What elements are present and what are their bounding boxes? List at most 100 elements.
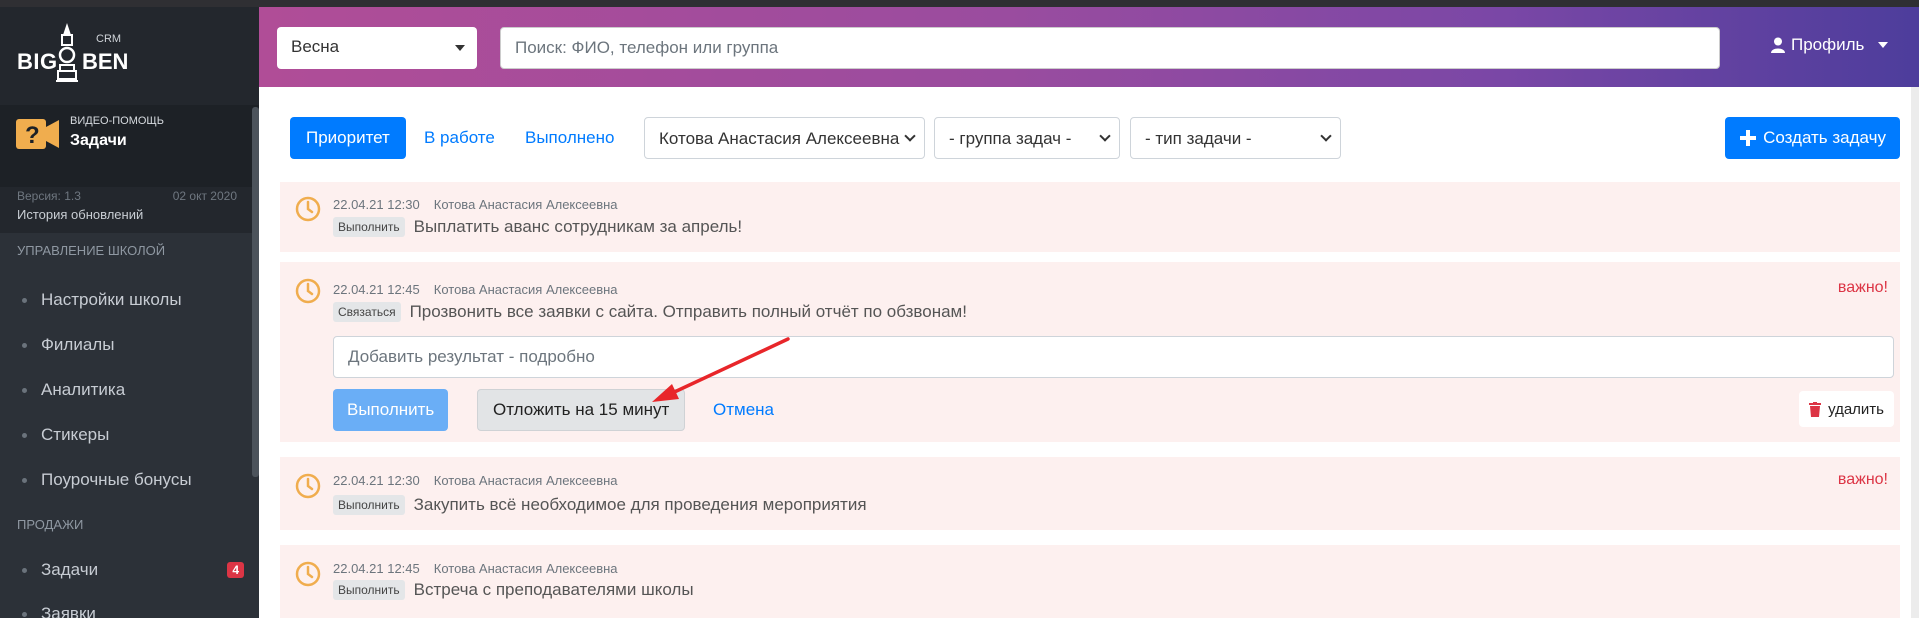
sidebar-section-sales: ПРОДАЖИ bbox=[17, 517, 84, 532]
task-date: 22.04.21 12:45 bbox=[333, 561, 420, 576]
version-info: Версия: 1.3 02 окт 2020 История обновлен… bbox=[0, 187, 259, 233]
task-result-input[interactable] bbox=[333, 336, 1894, 378]
task-text: Выплатить аванс сотрудникам за апрель! bbox=[413, 217, 743, 236]
video-help[interactable]: ? ВИДЕО-ПОМОЩЬ Задачи bbox=[0, 105, 259, 187]
sidebar-item-branches[interactable]: Филиалы bbox=[22, 330, 244, 360]
task-action-badge: Выполнить bbox=[333, 495, 405, 515]
create-task-button[interactable]: Создать задачу bbox=[1725, 117, 1900, 159]
profile-label: Профиль bbox=[1791, 35, 1865, 54]
sidebar-item-label: Поурочные бонусы bbox=[41, 470, 192, 489]
sidebar-item-label: Филиалы bbox=[41, 335, 115, 354]
clock-icon bbox=[295, 561, 321, 587]
task-text: Закупить всё необходимое для проведения … bbox=[413, 495, 867, 514]
tab-priority[interactable]: Приоритет bbox=[290, 117, 406, 159]
task-type-select[interactable]: - тип задачи - bbox=[1130, 117, 1341, 159]
task-line: Связаться Прозвонить все заявки с сайта.… bbox=[333, 302, 967, 322]
caret-down-icon bbox=[1878, 42, 1889, 48]
postpone-task-button[interactable]: Отложить на 15 минут bbox=[477, 389, 686, 431]
sidebar-scrollbar[interactable] bbox=[252, 107, 259, 477]
sidebar-item-label: Настройки школы bbox=[41, 290, 182, 309]
important-flag: важно! bbox=[1837, 279, 1888, 296]
task-action-badge: Связаться bbox=[333, 302, 401, 322]
task-card[interactable]: 22.04.21 12:30 Котова Анастасия Алексеевн… bbox=[280, 182, 1900, 252]
caret-down-icon bbox=[455, 45, 465, 51]
task-line: Выполнить Встреча с преподавателями школ… bbox=[333, 580, 694, 600]
bullet-icon bbox=[22, 611, 27, 617]
window-top-strip bbox=[0, 0, 1919, 7]
task-date: 22.04.21 12:30 bbox=[333, 473, 420, 488]
sidebar: BIG BEN CRM ? ВИДЕО-ПОМОЩЬ Задачи Версия… bbox=[0, 7, 259, 618]
task-meta: 22.04.21 12:45 Котова Анастасия Алексеевн… bbox=[333, 282, 618, 297]
search-input[interactable] bbox=[500, 27, 1720, 69]
task-author: Котова Анастасия Алексеевна bbox=[433, 282, 618, 297]
task-line: Выполнить Закупить всё необходимое для п… bbox=[333, 495, 867, 515]
season-select[interactable]: Весна bbox=[277, 27, 477, 69]
task-action-badge: Выполнить bbox=[333, 217, 405, 237]
logo-text-right: BEN bbox=[82, 49, 129, 74]
task-meta: 22.04.21 12:45 Котова Анастасия Алексеевн… bbox=[333, 561, 618, 576]
tab-completed[interactable]: Выполнено bbox=[525, 128, 614, 148]
task-text: Встреча с преподавателями школы bbox=[413, 580, 694, 599]
task-toolbar: Приоритет В работе Выполнено Котова Анас… bbox=[259, 117, 1911, 161]
trash-icon bbox=[1809, 401, 1822, 417]
task-author: Котова Анастасия Алексеевна bbox=[433, 561, 618, 576]
sidebar-section-school: УПРАВЛЕНИЕ ШКОЛОЙ bbox=[17, 243, 166, 258]
tab-in-progress[interactable]: В работе bbox=[424, 128, 495, 148]
task-action-badge: Выполнить bbox=[333, 580, 405, 600]
assignee-value: Котова Анастасия Алексеевна bbox=[659, 129, 900, 148]
clock-icon bbox=[295, 278, 321, 304]
delete-task-button[interactable]: удалить bbox=[1799, 391, 1894, 427]
version-label: Версия: 1.3 bbox=[17, 189, 81, 203]
task-card[interactable]: 22.04.21 12:30 Котова Анастасия Алексеевн… bbox=[280, 457, 1900, 530]
bullet-icon bbox=[22, 297, 27, 303]
assignee-select[interactable]: Котова Анастасия Алексеевна bbox=[644, 117, 925, 159]
chevron-down-icon bbox=[1099, 130, 1111, 142]
task-meta: 22.04.21 12:30 Котова Анастасия Алексеевн… bbox=[333, 473, 618, 488]
task-date: 22.04.21 12:45 bbox=[333, 282, 420, 297]
video-help-title: Задачи bbox=[70, 132, 127, 149]
cancel-link[interactable]: Отмена bbox=[713, 400, 774, 420]
task-type-value: - тип задачи - bbox=[1145, 129, 1252, 148]
task-group-value: - группа задач - bbox=[949, 129, 1072, 148]
logo[interactable]: BIG BEN CRM bbox=[0, 7, 259, 105]
clock-icon bbox=[295, 473, 321, 499]
season-value: Весна bbox=[291, 37, 340, 56]
sidebar-item-requests[interactable]: Заявки bbox=[22, 599, 244, 618]
video-help-icon: ? bbox=[16, 119, 59, 149]
task-meta: 22.04.21 12:30 Котова Анастасия Алексеевн… bbox=[333, 197, 618, 212]
sidebar-item-label: Заявки bbox=[41, 604, 96, 618]
sidebar-item-label: Аналитика bbox=[41, 380, 126, 399]
logo-suffix: CRM bbox=[96, 33, 122, 45]
version-date: 02 окт 2020 bbox=[172, 189, 237, 203]
task-card[interactable]: 22.04.21 12:45 Котова Анастасия Алексеевн… bbox=[280, 545, 1900, 618]
task-author: Котова Анастасия Алексеевна bbox=[433, 197, 618, 212]
bullet-icon bbox=[22, 477, 27, 483]
svg-text:?: ? bbox=[25, 122, 40, 149]
bullet-icon bbox=[22, 342, 27, 348]
plus-icon bbox=[1740, 130, 1757, 146]
task-date: 22.04.21 12:30 bbox=[333, 197, 420, 212]
task-card-expanded[interactable]: 22.04.21 12:45 Котова Анастасия Алексеевн… bbox=[280, 262, 1900, 442]
create-task-label: Создать задачу bbox=[1763, 128, 1886, 147]
sidebar-item-school-settings[interactable]: Настройки школы bbox=[22, 285, 244, 315]
main-scrollbar[interactable] bbox=[1911, 87, 1919, 618]
chevron-down-icon bbox=[1320, 130, 1332, 142]
sidebar-item-stickers[interactable]: Стикеры bbox=[22, 420, 244, 450]
profile-menu[interactable]: Профиль bbox=[1771, 35, 1889, 55]
sidebar-item-label: Стикеры bbox=[41, 425, 110, 444]
main-content: Приоритет В работе Выполнено Котова Анас… bbox=[259, 87, 1911, 618]
task-line: Выполнить Выплатить аванс сотрудникам за… bbox=[333, 217, 742, 237]
sidebar-item-analytics[interactable]: Аналитика bbox=[22, 375, 244, 405]
tasks-count-badge: 4 bbox=[227, 562, 244, 578]
important-flag: важно! bbox=[1837, 471, 1888, 488]
complete-task-button[interactable]: Выполнить bbox=[333, 389, 449, 431]
sidebar-item-tasks[interactable]: Задачи 4 bbox=[22, 555, 244, 585]
update-history-link[interactable]: История обновлений bbox=[17, 207, 143, 222]
clock-icon bbox=[295, 196, 321, 222]
task-group-select[interactable]: - группа задач - bbox=[934, 117, 1120, 159]
task-text: Прозвонить все заявки с сайта. Отправить… bbox=[409, 302, 967, 321]
task-author: Котова Анастасия Алексеевна bbox=[433, 473, 618, 488]
chevron-down-icon bbox=[904, 130, 916, 142]
sidebar-item-lesson-bonuses[interactable]: Поурочные бонусы bbox=[22, 465, 244, 495]
video-help-caption: ВИДЕО-ПОМОЩЬ bbox=[70, 115, 164, 127]
